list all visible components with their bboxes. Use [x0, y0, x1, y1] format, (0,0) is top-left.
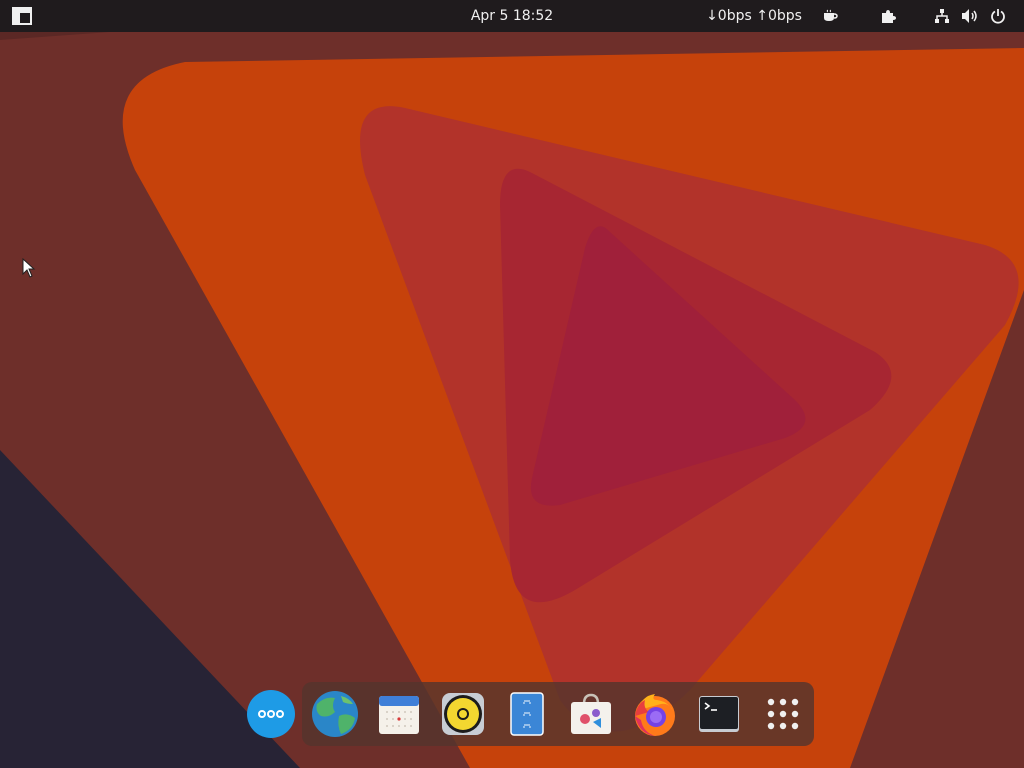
- extensions-icon[interactable]: [878, 0, 898, 32]
- app-grid-icon: [767, 698, 799, 730]
- globe-icon: [312, 691, 358, 737]
- volume-icon[interactable]: [960, 0, 980, 32]
- software-store-button[interactable]: [567, 690, 615, 738]
- terminal-icon: [699, 696, 739, 732]
- caffeine-icon[interactable]: [820, 0, 840, 32]
- firefox-button[interactable]: [631, 690, 679, 738]
- speaker-icon: [442, 693, 484, 735]
- calendar-button[interactable]: [375, 690, 423, 738]
- more-apps-button[interactable]: [247, 690, 295, 738]
- desktop-wallpaper: [0, 0, 1024, 768]
- music-player-button[interactable]: [439, 690, 487, 738]
- clock[interactable]: Apr 5 18:52: [450, 0, 574, 32]
- web-browser-button[interactable]: [311, 690, 359, 738]
- top-panel: Apr 5 18:52 ↓0bps ↑0bps: [0, 0, 1024, 32]
- mouse-pointer-icon: [22, 258, 36, 278]
- shopping-bag-icon: [571, 693, 611, 734]
- calendar-icon: [379, 696, 419, 734]
- firefox-icon: [635, 694, 675, 736]
- activities-button[interactable]: [10, 0, 34, 32]
- network-icon[interactable]: [932, 0, 952, 32]
- ellipsis-icon: [247, 690, 295, 738]
- power-icon[interactable]: [988, 0, 1008, 32]
- activities-layout-icon: [12, 7, 32, 25]
- file-manager-button[interactable]: [503, 690, 551, 738]
- network-speed-indicator[interactable]: ↓0bps ↑0bps: [706, 0, 802, 32]
- file-cabinet-icon: [510, 692, 544, 736]
- terminal-button[interactable]: [695, 690, 743, 738]
- show-applications-button[interactable]: [759, 690, 807, 738]
